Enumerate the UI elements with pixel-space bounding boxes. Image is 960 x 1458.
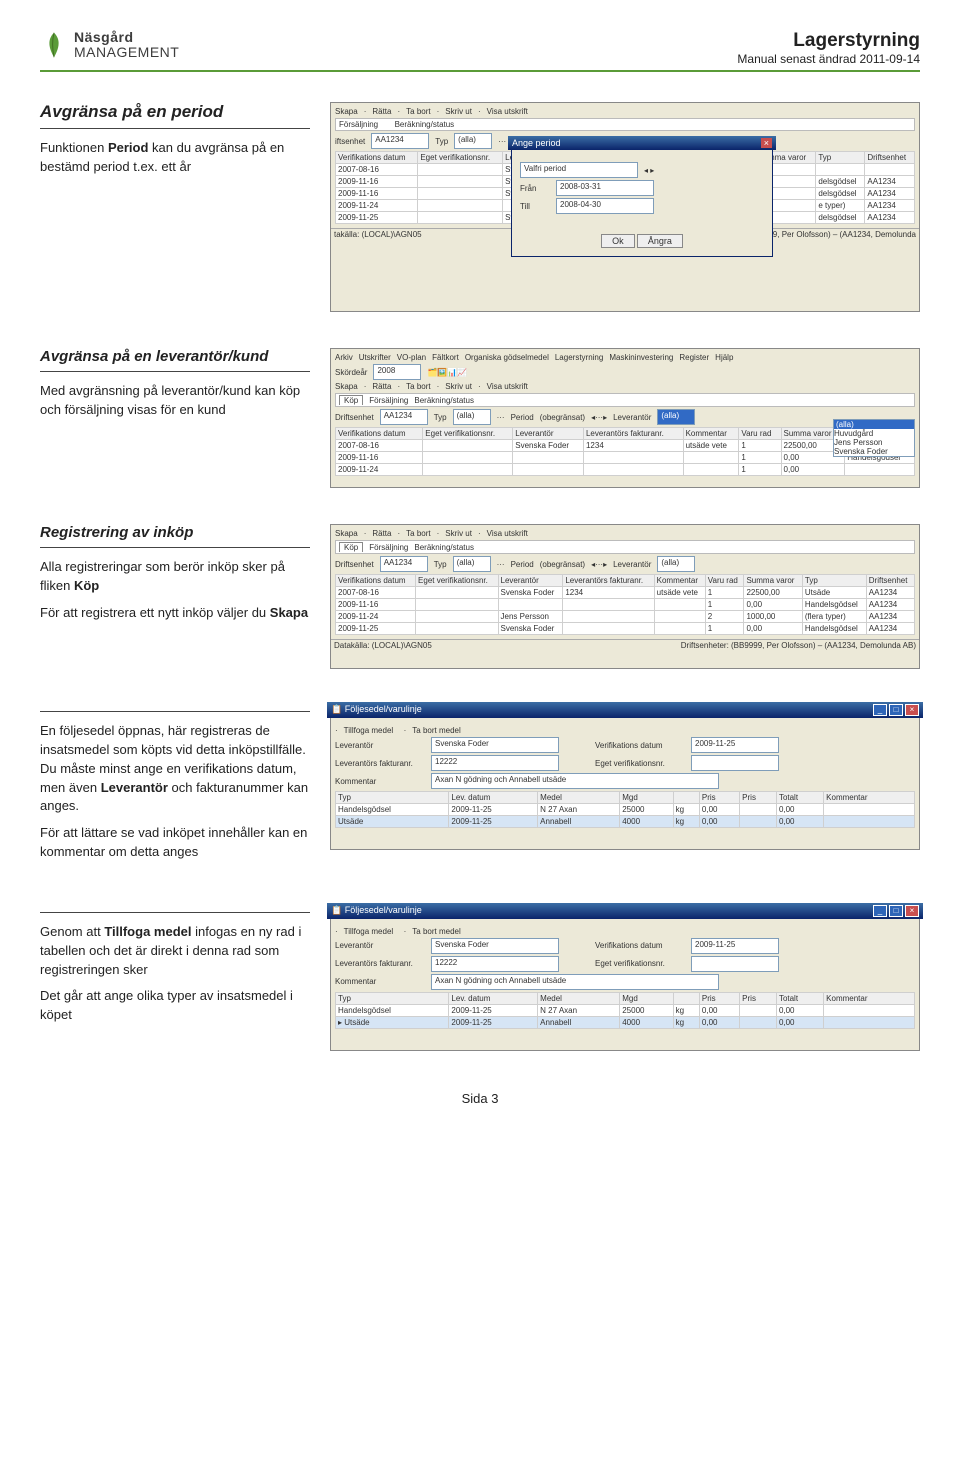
shot2-table: Verifikations datumEget verifikationsnr.…	[335, 427, 915, 476]
minimize-icon[interactable]: _	[873, 905, 887, 917]
tb-skriv[interactable]: Skriv ut	[445, 107, 472, 116]
sec1-p1: Funktionen Period kan du avgränsa på en …	[40, 139, 310, 177]
close-icon[interactable]: ×	[761, 138, 772, 148]
page-number: Sida 3	[40, 1091, 920, 1106]
toolbar: Skapa · Rätta · Ta bort · Skriv ut · Vis…	[335, 107, 915, 116]
sec1-heading: Avgränsa på en period	[40, 102, 310, 122]
sec3-p2: För att registrera ett nytt inköp väljer…	[40, 604, 310, 623]
screenshot-foljesedel-1: 📋 Följesedel/varulinje_□× · Tillfoga med…	[330, 705, 920, 850]
tb-skapa[interactable]: Skapa	[335, 107, 358, 116]
angra-button[interactable]: Ångra	[637, 234, 683, 248]
tab-berakning[interactable]: Beräkning/status	[395, 120, 455, 129]
close-icon[interactable]: ×	[905, 704, 919, 716]
sec3-heading: Registrering av inköp	[40, 524, 310, 541]
sec4-p2: För att lättare se vad inköpet innehålle…	[40, 824, 310, 862]
tillfoga-medel-button[interactable]: Tillfoga medel	[344, 726, 394, 735]
screenshot-kop-tab: Skapa · Rätta · Ta bort · Skriv ut · Vis…	[330, 524, 920, 669]
logo-text-2: MANAGEMENT	[74, 45, 179, 60]
medel-table: TypLev. datumMedelMgdPrisPrisTotaltKomme…	[335, 791, 915, 828]
lev-dropdown-list: (alla) Huvudgård Jens Persson Svenska Fo…	[833, 419, 915, 457]
logo-text-1: Näsgård	[74, 30, 179, 45]
tb-ratta[interactable]: Rätta	[372, 107, 391, 116]
tb-tabort[interactable]: Ta bort	[406, 107, 430, 116]
ok-button[interactable]: Ok	[601, 234, 635, 248]
maximize-icon[interactable]: □	[889, 704, 903, 716]
minimize-icon[interactable]: _	[873, 704, 887, 716]
till-field[interactable]: 2008-04-30	[556, 198, 654, 214]
doc-subtitle: Manual senast ändrad 2011-09-14	[737, 52, 920, 66]
tb-visa[interactable]: Visa utskrift	[487, 107, 528, 116]
close-icon[interactable]: ×	[905, 905, 919, 917]
iftsenhet-field[interactable]: AA1234	[371, 133, 429, 149]
sec5-p2: Det går att ange olika typer av insatsme…	[40, 987, 310, 1025]
tillfoga-medel-button[interactable]: Tillfoga medel	[344, 927, 394, 936]
sec2-heading: Avgränsa på en leverantör/kund	[40, 348, 310, 365]
leaf-icon	[40, 31, 68, 59]
egetver-field[interactable]	[691, 755, 779, 771]
tabort-medel-button[interactable]: Ta bort medel	[412, 726, 460, 735]
menu-bar: Arkiv Utskrifter VO-plan Fältkort Organi…	[335, 353, 915, 362]
sec2-p1: Med avgränsning på leverantör/kund kan k…	[40, 382, 310, 420]
page-header: Näsgård MANAGEMENT Lagerstyrning Manual …	[40, 30, 920, 72]
window-title: Följesedel/varulinje	[345, 905, 422, 915]
sec5-p1: Genom att Tillfoga medel infogas en ny r…	[40, 923, 310, 980]
logo: Näsgård MANAGEMENT	[40, 30, 179, 61]
dialog-title: Ange period	[512, 138, 561, 148]
sec3-p1: Alla registreringar som berör inköp sker…	[40, 558, 310, 596]
typ-field[interactable]: (alla)	[454, 133, 492, 149]
skordear-field[interactable]: 2008	[373, 364, 421, 380]
doc-title: Lagerstyrning	[737, 30, 920, 52]
screenshot-period-dialog: Skapa · Rätta · Ta bort · Skriv ut · Vis…	[330, 102, 920, 312]
sec4-p1: En följesedel öppnas, här registreras de…	[40, 722, 310, 816]
lev-field[interactable]: Svenska Foder	[431, 737, 559, 753]
tabort-medel-button[interactable]: Ta bort medel	[412, 927, 460, 936]
medel-table: TypLev. datumMedelMgdPrisPrisTotaltKomme…	[335, 992, 915, 1029]
tab-forsaljning[interactable]: Försäljning	[339, 120, 378, 129]
valfri-period-field[interactable]: Valfri period	[520, 162, 638, 178]
screenshot-foljesedel-2: 📋 Följesedel/varulinje_□× · Tillfoga med…	[330, 906, 920, 1051]
shot3-table: Verifikations datumEget verifikationsnr.…	[335, 574, 915, 635]
fran-field[interactable]: 2008-03-31	[556, 180, 654, 196]
screenshot-leverantor-filter: Arkiv Utskrifter VO-plan Fältkort Organi…	[330, 348, 920, 488]
maximize-icon[interactable]: □	[889, 905, 903, 917]
window-title: Följesedel/varulinje	[345, 704, 422, 714]
lev-dropdown-open[interactable]: (alla)	[657, 409, 695, 425]
kommentar-field[interactable]: Axan N gödning och Annabell utsäde	[431, 773, 719, 789]
levfakt-field[interactable]: 12222	[431, 755, 559, 771]
verif-date-field[interactable]: 2009-11-25	[691, 737, 779, 753]
ange-period-dialog: Ange period× Valfri period ◂ ▸ Från2008-…	[511, 139, 773, 257]
tab-kop[interactable]: Köp	[339, 395, 363, 405]
